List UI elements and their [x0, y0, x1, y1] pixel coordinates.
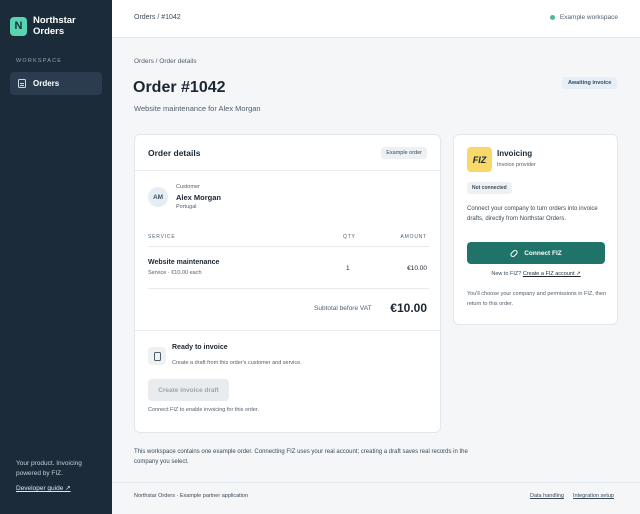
new-to-fiz-prompt: New to FIZ?: [491, 271, 522, 277]
clipboard-icon: [148, 347, 166, 365]
example-order-badge: Example order: [381, 147, 427, 159]
status-badge: Awaiting invoice: [562, 77, 618, 89]
customer-country: Portugal: [176, 204, 197, 210]
topbar-breadcrumb: Orders / #1042: [134, 14, 181, 21]
divider: [135, 170, 440, 171]
developer-guide-link[interactable]: Developer guide ↗: [16, 484, 71, 492]
divider: [148, 288, 429, 289]
divider: [135, 330, 440, 331]
ready-title: Ready to invoice: [172, 344, 228, 351]
draft-note: Connect FIZ to enable invoicing for this…: [148, 407, 259, 413]
column-header-amount: AMOUNT: [400, 234, 427, 240]
new-to-fiz: New to FIZ? Create a FIZ account ↗: [467, 271, 605, 277]
sidebar: N Northstar Orders WORKSPACE Orders Your…: [0, 0, 112, 514]
invoicing-description: Connect your company to turn orders into…: [467, 206, 598, 222]
permissions-note: You'll choose your company and permissio…: [467, 291, 607, 307]
column-header-qty: QTY: [343, 234, 356, 240]
subtotal-label: Subtotal before VAT: [314, 305, 372, 312]
create-fiz-account-link[interactable]: Create a FIZ account ↗: [523, 271, 581, 277]
link-icon: [509, 248, 519, 258]
page-subtitle: Website maintenance for Alex Morgan: [134, 104, 261, 113]
line-item-meta: Service · €10.00 each: [148, 270, 202, 276]
workspace-note: This workspace contains one example orde…: [134, 449, 468, 465]
invoicing-subtitle: Invoice provider: [497, 162, 536, 168]
fiz-logo: FIZ: [467, 147, 492, 172]
data-handling-link[interactable]: Data handling: [530, 493, 564, 499]
workspace-badge: Example workspace: [549, 14, 618, 21]
order-details-heading: Order details: [148, 148, 201, 158]
sidebar-section-label: WORKSPACE: [16, 58, 63, 64]
column-header-service: SERVICE: [148, 234, 176, 240]
avatar: AM: [148, 187, 168, 207]
invoicing-title: Invoicing: [497, 149, 533, 158]
topbar: Orders / #1042 Example workspace: [112, 0, 640, 38]
brand[interactable]: N Northstar Orders: [10, 15, 93, 37]
connect-fiz-button[interactable]: Connect FIZ: [467, 242, 605, 264]
divider: [148, 246, 429, 247]
customer-name: Alex Morgan: [176, 193, 222, 202]
sidebar-item-orders[interactable]: Orders: [10, 72, 102, 95]
customer-label: Customer: [176, 184, 200, 190]
footer-text: Northstar Orders · Example partner appli…: [134, 493, 249, 499]
page-title: Order #1042: [133, 79, 226, 96]
line-item-qty: 1: [346, 265, 350, 272]
order-details-card: Order details Example order AM Customer …: [134, 134, 441, 433]
integration-setup-link[interactable]: Integration setup: [573, 493, 614, 499]
create-invoice-draft-button[interactable]: Create invoice draft: [148, 379, 229, 401]
brand-logo: N: [10, 16, 27, 36]
clipboard-icon: [18, 79, 26, 88]
sidebar-item-label: Orders: [33, 79, 60, 88]
workspace-badge-label: Example workspace: [559, 14, 618, 21]
invoicing-card: FIZ Invoicing Invoice provider Not conne…: [453, 134, 618, 325]
sidebar-footer-text: Your product. Invoicing powered by FIZ.: [16, 460, 82, 477]
ready-description: Create a draft from this order's custome…: [172, 360, 302, 366]
subtotal-value: €10.00: [390, 301, 427, 315]
status-dot-icon: [549, 15, 555, 20]
line-item-amount: €10.00: [407, 265, 427, 272]
connection-status-badge: Not connected: [467, 182, 512, 194]
connect-fiz-label: Connect FIZ: [524, 249, 562, 257]
footer-divider: [112, 482, 640, 483]
line-item-name: Website maintenance: [148, 259, 220, 266]
breadcrumb[interactable]: Orders / Order details: [134, 58, 197, 65]
brand-name: Northstar Orders: [33, 15, 76, 37]
